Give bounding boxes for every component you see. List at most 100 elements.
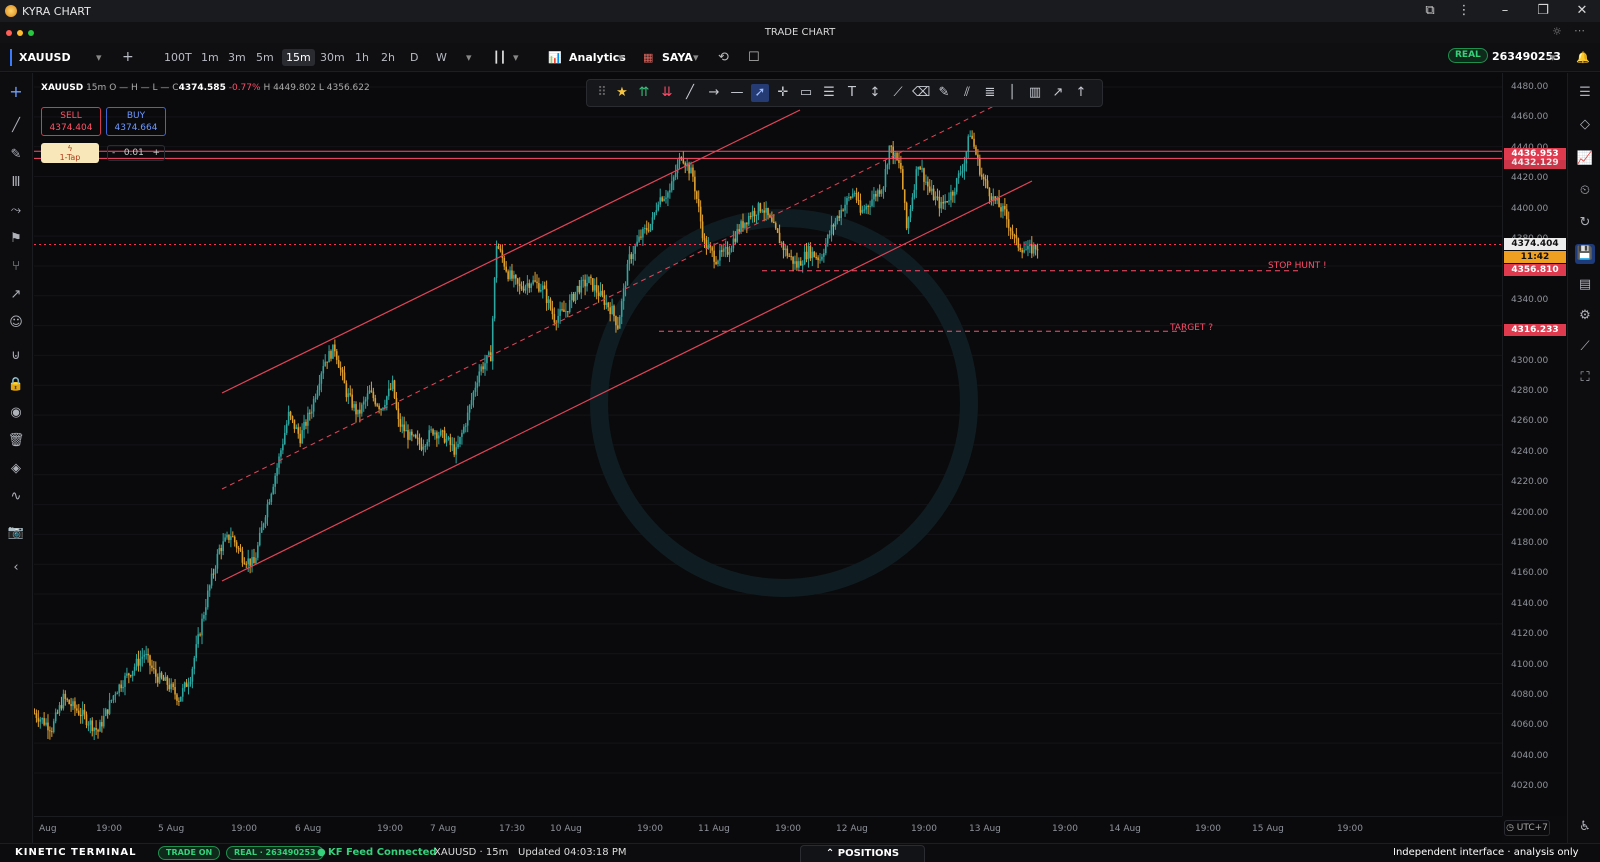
save-icon[interactable]: 💾 bbox=[1575, 244, 1595, 264]
timeframe-chevron-icon[interactable]: ▾ bbox=[466, 49, 472, 66]
accessibility-icon[interactable]: ♿ bbox=[1575, 817, 1595, 837]
crosshair-plus-icon[interactable]: + bbox=[6, 82, 26, 102]
timeframe-5m[interactable]: 5m bbox=[256, 49, 274, 66]
close-button[interactable]: ✕ bbox=[1572, 3, 1592, 19]
polyline-icon[interactable]: ⟋ bbox=[889, 84, 907, 102]
sell-button[interactable]: SELL 4374.404 bbox=[41, 107, 101, 136]
bell-icon[interactable]: 🔔 bbox=[1576, 49, 1590, 66]
trendline-icon[interactable]: ╱ bbox=[6, 116, 26, 136]
line-tool-icon[interactable]: ╱ bbox=[681, 84, 699, 102]
lot-increase-button[interactable]: + bbox=[152, 148, 160, 158]
time-axis[interactable]: Aug 19:00 5 Aug 19:00 6 Aug 19:00 7 Aug 17:30 10… bbox=[34, 816, 1502, 842]
eraser-icon[interactable]: ⌫ bbox=[912, 84, 930, 102]
history-icon[interactable]: ⟲ bbox=[718, 49, 729, 66]
text-tool-icon[interactable]: T bbox=[843, 84, 861, 102]
timezone-selector[interactable]: ◷ UTC+7 bbox=[1504, 820, 1550, 836]
sell-signal-icon[interactable]: ⇊ bbox=[658, 84, 676, 102]
more-vertical-icon[interactable]: ⋮ bbox=[1454, 3, 1474, 19]
timeframe-1h[interactable]: 1h bbox=[355, 49, 369, 66]
analytics-chevron-icon[interactable]: ▾ bbox=[618, 49, 624, 66]
collapse-left-icon[interactable]: ‹ bbox=[6, 558, 26, 578]
clock-history-icon[interactable]: ⏲ bbox=[1575, 181, 1595, 201]
price-axis[interactable]: 4480.004460.004440.004420.004400.004380.… bbox=[1502, 73, 1567, 816]
fib-retracement-icon[interactable]: ☰ bbox=[820, 84, 838, 102]
arrow-tool-icon[interactable]: ↗ bbox=[1049, 84, 1067, 102]
add-symbol-button[interactable]: + bbox=[122, 49, 134, 66]
layers-stack-icon[interactable]: ◇ bbox=[1575, 115, 1595, 135]
brush-icon[interactable]: ✎ bbox=[6, 145, 26, 165]
restore-button[interactable]: ❐ bbox=[1533, 3, 1553, 19]
buy-signal-icon[interactable]: ⇈ bbox=[635, 84, 653, 102]
timeframe-100t[interactable]: 100T bbox=[164, 49, 192, 66]
level-tag-4316[interactable]: 4316.233 bbox=[1504, 324, 1566, 336]
measure-icon[interactable]: ↕ bbox=[866, 84, 884, 102]
candlestick-tool-icon[interactable]: ▥ bbox=[1026, 84, 1044, 102]
ray-tool-icon[interactable]: → bbox=[705, 84, 723, 102]
eye-icon[interactable]: ◉ bbox=[6, 403, 26, 423]
positions-tab[interactable]: ⌃ POSITIONS bbox=[800, 845, 925, 862]
account-chevron-icon[interactable]: ▾ bbox=[1550, 49, 1556, 66]
drag-handle-icon[interactable]: ⠿ bbox=[593, 84, 611, 102]
timeframe-3m[interactable]: 3m bbox=[228, 49, 246, 66]
extensions-icon[interactable]: ⧉ bbox=[1420, 3, 1440, 19]
flag-icon[interactable]: ⚑ bbox=[6, 229, 26, 249]
level-tag-4356[interactable]: 4356.810 bbox=[1504, 264, 1566, 276]
template-menu[interactable]: SAYA bbox=[662, 49, 693, 66]
magnet-icon[interactable]: ⊍ bbox=[6, 346, 26, 366]
cursor-select-icon[interactable]: ➚ bbox=[751, 84, 769, 102]
arrow-icon[interactable]: ↗ bbox=[6, 285, 26, 305]
layers-icon[interactable]: ◈ bbox=[6, 459, 26, 479]
minimize-button[interactable]: – bbox=[1495, 3, 1515, 19]
pencil-icon[interactable]: ✎ bbox=[935, 84, 953, 102]
watchlist-icon[interactable]: ☰ bbox=[1575, 83, 1595, 103]
level-tag-4432[interactable]: 4432.129 bbox=[1504, 157, 1566, 169]
timeframe-30m[interactable]: 30m bbox=[320, 49, 345, 66]
current-price-tag[interactable]: 4374.404 bbox=[1504, 238, 1566, 250]
expand-icon[interactable]: ⛶ bbox=[1575, 368, 1595, 388]
rectangle-tool-icon[interactable]: ▭ bbox=[797, 84, 815, 102]
gann-icon[interactable]: ≣ bbox=[981, 84, 999, 102]
performance-line-icon[interactable]: ⟋ bbox=[1575, 337, 1595, 357]
parallel-channel-icon[interactable]: ⫽ bbox=[958, 84, 976, 102]
price-chart-svg[interactable] bbox=[34, 73, 1502, 816]
vertical-line-icon[interactable]: │ bbox=[1003, 84, 1021, 102]
timeframe-2h[interactable]: 2h bbox=[381, 49, 395, 66]
theme-icon[interactable]: ☼ bbox=[1552, 25, 1562, 38]
more-horizontal-icon[interactable]: ⋯ bbox=[1574, 24, 1585, 37]
timeframe-1m[interactable]: 1m bbox=[201, 49, 219, 66]
fib-icon[interactable]: Ⅲ bbox=[6, 173, 26, 193]
trash-icon[interactable]: 🗑 bbox=[6, 431, 26, 451]
camera-icon[interactable]: 📷 bbox=[6, 523, 26, 543]
lot-value[interactable]: 0.01 bbox=[124, 148, 144, 158]
buy-button[interactable]: BUY 4374.664 bbox=[106, 107, 166, 136]
chart-canvas[interactable] bbox=[34, 73, 1502, 816]
one-tap-toggle[interactable]: ϟ 1-Tap bbox=[41, 143, 99, 163]
lot-decrease-button[interactable]: - bbox=[112, 148, 115, 158]
template-chevron-icon[interactable]: ▾ bbox=[693, 49, 699, 66]
account-badge[interactable]: REAL · 263490253 bbox=[226, 846, 324, 860]
trade-on-badge[interactable]: TRADE ON bbox=[158, 846, 221, 860]
refresh-icon[interactable]: ↻ bbox=[1575, 213, 1595, 233]
settings-gear-icon[interactable]: ⚙ bbox=[1575, 306, 1595, 326]
symbol-selector[interactable]: XAUUSD bbox=[10, 49, 71, 66]
indicator-chart-icon[interactable]: 📈 bbox=[1575, 149, 1595, 169]
path-icon[interactable]: ⤳ bbox=[6, 201, 26, 221]
analytics-icon[interactable]: 📊 bbox=[548, 49, 562, 66]
timeframe-w[interactable]: W bbox=[436, 49, 447, 66]
timeframe-d[interactable]: D bbox=[410, 49, 418, 66]
up-arrow-icon[interactable]: ↑ bbox=[1072, 84, 1090, 102]
candles-icon[interactable]: ┃┃ bbox=[493, 49, 506, 66]
chart-type-chevron-icon[interactable]: ▾ bbox=[513, 49, 519, 66]
horizontal-line-icon[interactable]: — bbox=[728, 84, 746, 102]
fullscreen-square-icon[interactable]: ☐ bbox=[748, 49, 760, 66]
wave-icon[interactable]: ∿ bbox=[6, 487, 26, 507]
lot-size-stepper[interactable]: - 0.01 + bbox=[107, 145, 165, 161]
timeframe-15m[interactable]: 15m bbox=[282, 49, 315, 66]
smiley-icon[interactable]: ☺ bbox=[6, 313, 26, 333]
template-icon[interactable]: ▦ bbox=[643, 49, 653, 66]
pitchfork-icon[interactable]: ⑂ bbox=[6, 257, 26, 277]
layout-icon[interactable]: ▤ bbox=[1575, 275, 1595, 295]
lock-icon[interactable]: 🔒 bbox=[6, 375, 26, 395]
favorite-star-icon[interactable]: ★ bbox=[613, 84, 631, 102]
symbol-chevron-down-icon[interactable]: ▾ bbox=[96, 49, 102, 66]
